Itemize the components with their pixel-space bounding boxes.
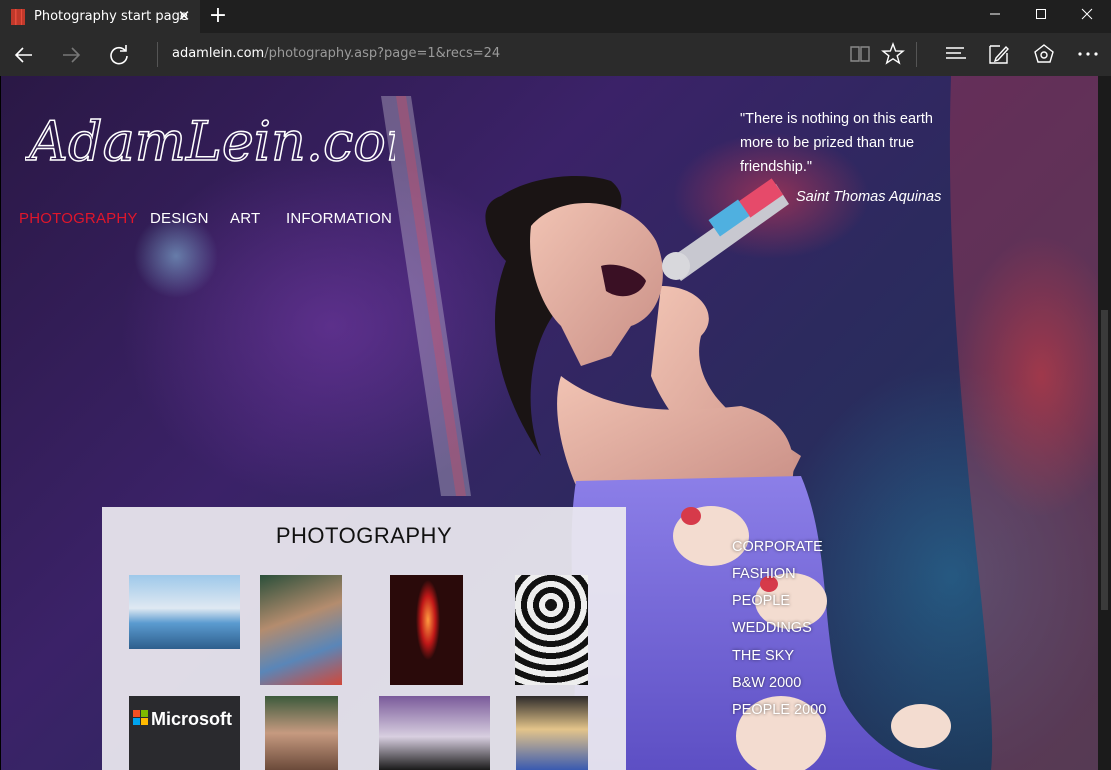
category-link-the-sky[interactable]: THE SKY bbox=[732, 648, 794, 664]
reading-view-icon[interactable] bbox=[847, 41, 873, 67]
logo-text: AdamLein.com bbox=[25, 110, 395, 173]
url-separator bbox=[157, 42, 158, 67]
photography-panel: PHOTOGRAPHY Microsoft bbox=[102, 507, 626, 770]
favorite-star-icon[interactable] bbox=[880, 41, 906, 67]
category-link-fashion[interactable]: FASHION bbox=[732, 566, 796, 582]
minimize-button[interactable] bbox=[972, 0, 1018, 33]
category-link-people[interactable]: PEOPLE bbox=[732, 593, 790, 609]
photo-thumbnail[interactable] bbox=[265, 696, 338, 770]
photo-thumbnail[interactable]: Microsoft bbox=[129, 696, 240, 770]
tab-title: Photography start page bbox=[34, 9, 188, 24]
nav-art[interactable]: ART bbox=[230, 210, 260, 227]
close-window-button[interactable] bbox=[1064, 0, 1110, 33]
site-favicon-icon bbox=[11, 8, 25, 25]
more-icon[interactable] bbox=[1075, 41, 1101, 67]
nav-information[interactable]: INFORMATION bbox=[286, 210, 392, 227]
photo-thumbnail[interactable] bbox=[379, 696, 490, 770]
refresh-icon[interactable] bbox=[103, 39, 135, 71]
browser-tab[interactable]: Photography start page ✕ bbox=[0, 0, 200, 33]
photo-thumbnail[interactable] bbox=[515, 575, 588, 685]
quote-author: Saint Thomas Aquinas bbox=[796, 189, 942, 205]
new-tab-icon[interactable]: + bbox=[207, 5, 229, 27]
back-icon[interactable] bbox=[8, 39, 40, 71]
thumbnail-caption: Microsoft bbox=[151, 709, 232, 729]
scrollbar-thumb[interactable] bbox=[1101, 310, 1108, 610]
hero-background: AdamLein.com PHOTOGRAPHY DESIGN ART INFO… bbox=[1, 76, 1098, 770]
toolbar-separator bbox=[916, 42, 917, 67]
url-host: adamlein.com bbox=[172, 46, 265, 61]
forward-icon[interactable] bbox=[55, 39, 87, 71]
browser-toolbar: adamlein.com/photography.asp?page=1&recs… bbox=[0, 33, 1111, 76]
web-note-icon[interactable] bbox=[986, 41, 1012, 67]
photo-thumbnail[interactable] bbox=[129, 575, 240, 649]
address-field[interactable]: adamlein.com/photography.asp?page=1&recs… bbox=[172, 46, 500, 61]
browser-titlebar: Photography start page ✕ + bbox=[0, 0, 1111, 33]
share-icon[interactable] bbox=[1031, 41, 1057, 67]
photo-thumbnail[interactable] bbox=[260, 575, 342, 685]
photo-thumbnail[interactable] bbox=[390, 575, 463, 685]
category-link-corporate[interactable]: CORPORATE bbox=[732, 539, 823, 555]
nav-design[interactable]: DESIGN bbox=[150, 210, 209, 227]
maximize-button[interactable] bbox=[1018, 0, 1064, 33]
category-link-people-2000[interactable]: PEOPLE 2000 bbox=[732, 702, 826, 718]
microsoft-logo-icon bbox=[133, 710, 148, 725]
tab-close-icon[interactable]: ✕ bbox=[176, 8, 192, 24]
category-link-bw-2000[interactable]: B&W 2000 bbox=[732, 675, 801, 691]
nav-photography[interactable]: PHOTOGRAPHY bbox=[19, 210, 138, 227]
panel-title: PHOTOGRAPHY bbox=[275, 523, 453, 548]
hub-icon[interactable] bbox=[943, 41, 969, 67]
category-link-weddings[interactable]: WEDDINGS bbox=[732, 620, 812, 636]
photo-thumbnail[interactable] bbox=[516, 696, 588, 770]
url-path: /photography.asp?page=1&recs=24 bbox=[264, 46, 501, 61]
quote-text: "There is nothing on this earth more to … bbox=[740, 111, 933, 175]
site-logo[interactable]: AdamLein.com bbox=[25, 98, 395, 178]
